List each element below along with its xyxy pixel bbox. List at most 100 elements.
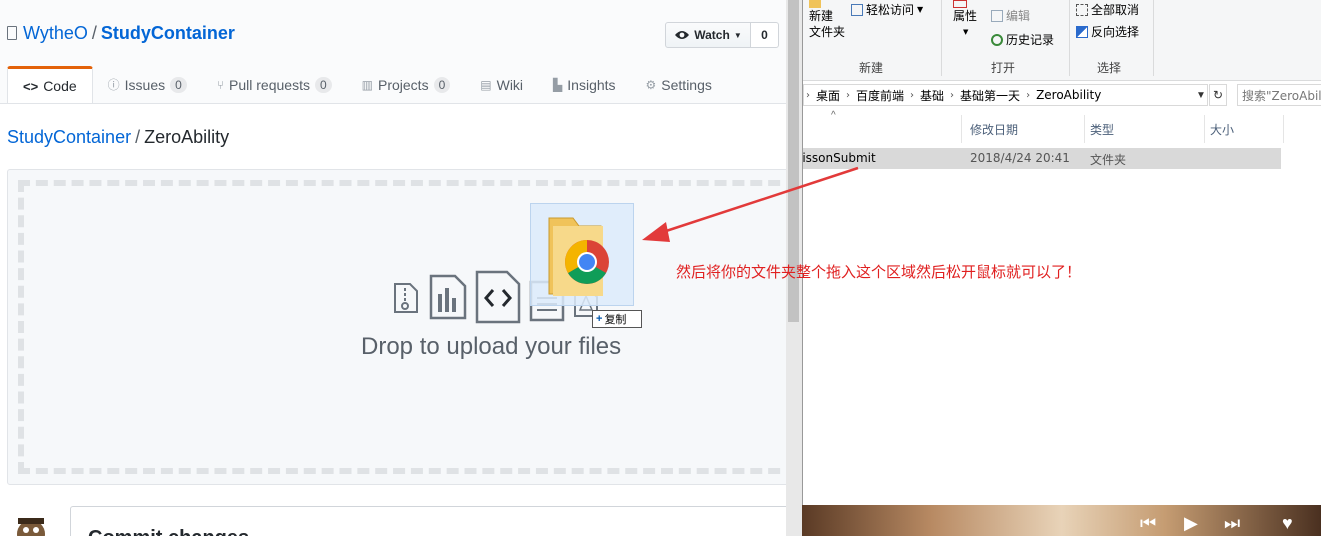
tab-issues[interactable]: ⓘ Issues 0 [93, 66, 202, 103]
refresh-icon[interactable]: ↻ [1209, 84, 1227, 106]
column-divider [1204, 115, 1205, 143]
history-label: 历史记录 [1006, 33, 1055, 47]
repo-header: WytheO / StudyContainer Watch ▼ 0 <> Code … [0, 0, 786, 104]
drag-copy-badge: + 复制 [592, 310, 642, 328]
repo-name-link[interactable]: StudyContainer [101, 23, 235, 43]
repo-owner-link[interactable]: WytheO [23, 23, 88, 43]
chevron-down-icon: ▼ [917, 5, 924, 14]
tab-code[interactable]: <> Code [7, 66, 93, 103]
previous-icon[interactable]: ⏮ [1140, 513, 1156, 534]
new-folder-icon [809, 0, 821, 8]
breadcrumb-item[interactable]: ZeroAbility [1030, 88, 1107, 102]
history-button[interactable]: 历史记录 [991, 31, 1054, 48]
group-new-label: 新建 [859, 61, 884, 75]
column-divider [1283, 115, 1284, 143]
tab-label: Issues [124, 76, 166, 93]
pull-request-icon: ⑂ [216, 77, 225, 92]
code-icon: <> [23, 78, 39, 94]
column-header-type[interactable]: 类型 [1090, 115, 1114, 143]
invert-selection-label: 反向选择 [1091, 25, 1140, 39]
file-date: 2018/4/24 20:41 [970, 151, 1070, 165]
chevron-down-icon: ▼ [733, 30, 742, 40]
tab-label: Insights [567, 76, 616, 93]
column-divider [1084, 115, 1085, 143]
project-icon: ▥ [361, 77, 373, 92]
file-name: lissonSubmit [802, 151, 876, 165]
column-header-date[interactable]: 修改日期 [970, 115, 1018, 143]
invert-selection-button[interactable]: 反向选择 [1076, 23, 1139, 40]
new-folder-button[interactable]: 新建 文件夹 [809, 0, 845, 40]
breadcrumb-current-folder: ZeroAbility [144, 127, 230, 147]
repo-title-separator: / [91, 23, 97, 43]
avatar [8, 508, 54, 536]
invert-selection-icon [1076, 25, 1088, 38]
zip-file-icon [394, 283, 418, 313]
history-icon [991, 33, 1003, 46]
next-icon[interactable]: ⏭ [1224, 513, 1240, 534]
watch-label: Watch [694, 28, 730, 42]
watch-button[interactable]: Watch ▼ [665, 22, 751, 48]
book-icon: ▤ [480, 77, 492, 92]
ribbon-divider [1153, 0, 1154, 76]
column-header-size[interactable]: 大小 [1210, 115, 1234, 143]
file-type: 文件夹 [1090, 153, 1127, 167]
select-none-icon [1076, 3, 1088, 16]
easy-access-button[interactable]: 轻松访问 ▼ [851, 1, 923, 18]
dragged-folder-preview [530, 203, 634, 306]
explorer-ribbon: 新建 文件夹 轻松访问 ▼ 属性 ▼ 编辑 历史记录 全部取消 反向选择 新建 … [803, 0, 1321, 81]
column-divider [961, 115, 962, 143]
tab-counter: 0 [433, 76, 451, 93]
folder-icon [548, 217, 609, 296]
annotation-text: 然后将你的文件夹整个拖入这个区域然后松开鼠标就可以了！ [676, 263, 1082, 281]
copy-badge-label: 复制 [604, 313, 627, 326]
tab-pull-requests[interactable]: ⑂ Pull requests 0 [202, 66, 347, 103]
repo-icon [7, 26, 17, 40]
edit-button[interactable]: 编辑 [991, 7, 1030, 24]
group-select-label: 选择 [1097, 61, 1122, 75]
commit-heading: Commit changes [88, 527, 249, 536]
new-folder-label: 新建 文件夹 [809, 9, 846, 39]
tab-insights[interactable]: ▙ Insights [538, 66, 630, 103]
properties-label: 属性 [953, 9, 978, 23]
edit-icon [991, 9, 1003, 22]
group-open-label: 打开 [991, 61, 1016, 75]
upload-dropzone[interactable] [7, 169, 786, 485]
watch-count[interactable]: 0 [750, 22, 779, 48]
properties-icon [953, 0, 967, 8]
ribbon-divider [1069, 0, 1070, 76]
tab-settings[interactable]: ⚙ Settings [631, 66, 727, 103]
breadcrumb-item[interactable]: 基础第一天 [954, 87, 1026, 104]
chart-file-icon [429, 274, 467, 320]
tab-projects[interactable]: ▥ Projects 0 [347, 66, 466, 103]
select-none-button[interactable]: 全部取消 [1076, 1, 1139, 18]
chevron-down-icon: ▼ [963, 28, 969, 36]
search-input[interactable]: 搜索"ZeroAbili [1237, 84, 1321, 106]
breadcrumb-item[interactable]: 基础 [914, 87, 950, 104]
heart-icon[interactable]: ♥ [1282, 513, 1293, 534]
breadcrumb-item[interactable]: 桌面 [810, 87, 846, 104]
breadcrumb-separator: / [135, 127, 141, 147]
tab-label: Projects [378, 76, 429, 93]
tab-label: Settings [661, 76, 712, 93]
github-pane: WytheO / StudyContainer Watch ▼ 0 <> Code … [0, 0, 786, 536]
tab-wiki[interactable]: ▤ Wiki [465, 66, 538, 103]
breadcrumb: StudyContainer / ZeroAbility [7, 127, 229, 148]
media-player-strip: ⏮ ▶ ⏭ ♥ [802, 505, 1321, 536]
easy-access-icon [851, 3, 863, 16]
play-icon[interactable]: ▶ [1184, 513, 1198, 534]
address-bar[interactable]: › 桌面 › 百度前端 › 基础 › 基础第一天 › ZeroAbility [803, 84, 1208, 106]
dropzone-dashed-border [18, 180, 786, 474]
select-none-label: 全部取消 [1091, 3, 1140, 17]
easy-access-label: 轻松访问 [866, 3, 915, 17]
repo-title: WytheO / StudyContainer [7, 23, 235, 44]
tab-counter: 0 [170, 76, 187, 93]
ribbon-divider [941, 0, 942, 76]
breadcrumb-item[interactable]: 百度前端 [850, 87, 910, 104]
address-dropdown-icon[interactable]: ▼ [1194, 85, 1208, 105]
breadcrumb-repo-link[interactable]: StudyContainer [7, 127, 131, 147]
properties-button[interactable]: 属性 ▼ [953, 0, 977, 40]
list-item[interactable]: lissonSubmit 2018/4/24 20:41 文件夹 [803, 148, 1281, 169]
tab-label: Pull requests [229, 76, 310, 93]
edit-label: 编辑 [1006, 9, 1031, 23]
repo-nav-tabs: <> Code ⓘ Issues 0 ⑂ Pull requests 0 ▥ P… [7, 66, 727, 104]
